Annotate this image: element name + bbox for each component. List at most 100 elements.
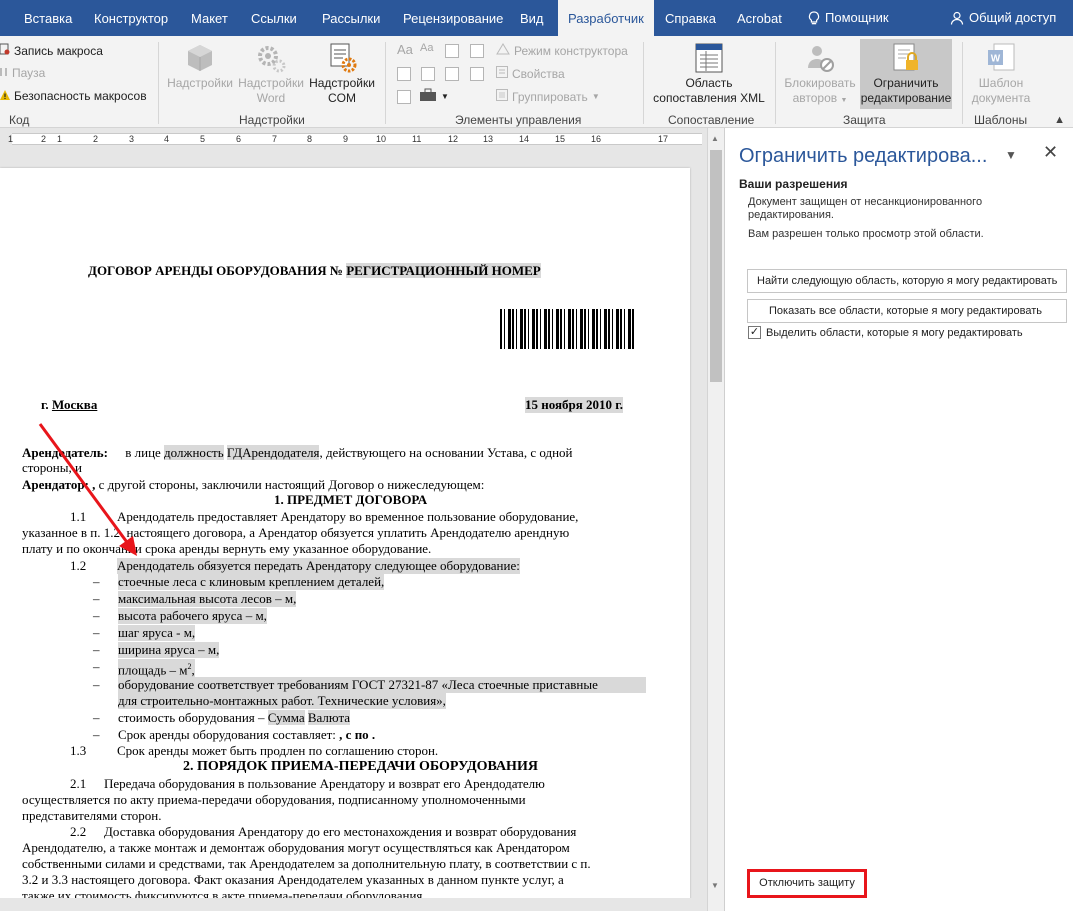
collapse-ribbon-icon[interactable]: ▲ (1054, 114, 1065, 126)
pause-macro-button[interactable]: Пауза (0, 66, 45, 80)
registration-number-field[interactable]: РЕГИСТРАЦИОННЫЙ НОМЕР (346, 263, 541, 278)
dropdown-control-button[interactable] (445, 67, 459, 81)
document-page[interactable]: ДОГОВОР АРЕНДЫ ОБОРУДОВАНИЯ № РЕГИСТРАЦИ… (0, 168, 690, 911)
equipment-item[interactable]: ширина яруса – м, (118, 642, 220, 658)
list-dash: – (93, 677, 100, 692)
tab-helper[interactable]: Помощник (808, 0, 889, 36)
stop-protection-button[interactable]: Отключить защиту (747, 869, 867, 898)
horizontal-scrollbar[interactable] (0, 898, 707, 911)
addins-button[interactable]: Надстройки (163, 42, 237, 91)
tab-layout[interactable]: Макет (191, 0, 228, 36)
highlight-editable-checkbox[interactable]: ✓ Выделить области, которые я могу редак… (748, 326, 1023, 339)
picture-control-button[interactable] (445, 44, 459, 58)
document-area[interactable]: ДОГОВОР АРЕНДЫ ОБОРУДОВАНИЯ № РЕГИСТРАЦИ… (0, 150, 707, 911)
design-mode-button[interactable]: Режим конструктора (496, 43, 628, 58)
protection-description: редактирования. (748, 209, 834, 221)
ribbon-separator (775, 42, 776, 124)
ruler-number: 12 (448, 134, 459, 144)
plaintext-control-button[interactable]: Aa (420, 42, 433, 54)
equipment-item-gost-1[interactable]: оборудование соответствует требованиям Г… (118, 677, 646, 693)
tab-review[interactable]: Рецензирование (403, 0, 503, 36)
scroll-down-icon[interactable]: ▼ (711, 881, 719, 890)
com-addins-button[interactable]: Надстройки COM (305, 42, 379, 106)
clause-number: 1.2 (70, 558, 87, 573)
macro-security-button[interactable]: Безопасность макросов (0, 89, 147, 103)
position-field[interactable]: должность (164, 445, 224, 460)
repeating-control-button[interactable] (397, 90, 411, 104)
lessor-text-3: стороны, и (22, 460, 82, 475)
ruler-number: 2 (93, 134, 99, 144)
tab-insert[interactable]: Вставка (24, 0, 72, 36)
vertical-scrollbar[interactable]: ▲ ▼ (707, 128, 724, 911)
contract-title-text: ДОГОВОР АРЕНДЫ ОБОРУДОВАНИЯ № (88, 263, 347, 278)
clause-1-2-text[interactable]: Арендодатель обязуется передать Арендато… (117, 558, 520, 574)
equipment-item-gost-2[interactable]: для строительно-монтажных работ. Техниче… (118, 693, 446, 709)
section-1-title: 1. ПРЕДМЕТ ДОГОВОРА (274, 492, 428, 507)
word-addins-button[interactable]: Надстройки Word (234, 42, 308, 106)
cube-icon (184, 42, 216, 74)
group-label-controls: Элементы управления (455, 113, 582, 127)
equipment-item[interactable]: максимальная высота лесов – м, (118, 591, 297, 607)
group-label: Группировать (512, 89, 588, 104)
ribbon-tab-bar: Вставка Конструктор Макет Ссылки Рассылк… (0, 0, 1073, 36)
tab-acrobat[interactable]: Acrobat (737, 0, 782, 36)
block-authors-button[interactable]: Блокировать авторов ▼ (780, 42, 860, 108)
equipment-item[interactable]: шаг яруса - м, (118, 625, 196, 641)
tab-constructor[interactable]: Конструктор (94, 0, 168, 36)
tab-helper-label: Помощник (825, 10, 889, 25)
com-addins-label-1: Надстройки (309, 76, 375, 90)
equipment-item-area[interactable]: площадь – м2, (118, 659, 195, 679)
equipment-item[interactable]: стоечные леса с клиновым креплением дета… (118, 574, 385, 590)
find-next-editable-button[interactable]: Найти следующую область, которую я могу … (747, 269, 1067, 293)
record-macro-button[interactable]: Запись макроса (0, 43, 103, 58)
ribbon-separator (385, 42, 386, 124)
show-all-editable-button[interactable]: Показать все области, которые я могу ред… (747, 299, 1067, 323)
scrollbar-thumb[interactable] (710, 150, 722, 382)
pane-options-chevron-icon[interactable]: ▼ (1005, 148, 1017, 162)
lessor-text-2: , действующего на основании Устава, с од… (319, 445, 573, 460)
combobox-control-button[interactable] (421, 67, 435, 81)
restrict-editing-label-2: редактирование (860, 91, 952, 105)
equipment-item[interactable]: высота рабочего яруса – м, (118, 608, 267, 624)
ruler-number: 10 (376, 134, 387, 144)
area-tail: , (191, 662, 195, 678)
record-macro-label: Запись макроса (14, 43, 103, 58)
tab-references[interactable]: Ссылки (251, 0, 297, 36)
xml-mapping-pane-button[interactable]: Область сопоставления XML (650, 42, 768, 106)
scroll-up-icon[interactable]: ▲ (711, 134, 719, 143)
ruler-number: 16 (591, 134, 602, 144)
word-addins-label-2: Word (256, 91, 286, 105)
currency-field[interactable]: Валюта (307, 710, 351, 725)
ruler-number: 1 (8, 134, 14, 144)
group-label-mapping: Сопоставление (668, 113, 755, 127)
ruler-number: 7 (272, 134, 278, 144)
close-icon[interactable]: ✕ (1043, 142, 1058, 163)
properties-button[interactable]: Свойства (496, 66, 565, 81)
tab-developer[interactable]: Разработчик (558, 0, 654, 36)
document-template-button[interactable]: W Шаблон документа (966, 42, 1036, 106)
group-icon (496, 89, 508, 104)
building-block-control-button[interactable] (470, 44, 484, 58)
checkbox-control-button[interactable] (397, 67, 411, 81)
chevron-down-icon: ▼ (441, 92, 449, 101)
tab-view[interactable]: Вид (520, 0, 544, 36)
tab-mailings[interactable]: Рассылки (322, 0, 380, 36)
tab-help[interactable]: Справка (665, 0, 716, 36)
richtext-control-button[interactable]: Aa (397, 42, 413, 57)
block-authors-label-2: авторов (792, 91, 838, 105)
director-field[interactable]: ГДАрендодателя (226, 445, 320, 460)
svg-text:W: W (991, 54, 1001, 65)
contract-date[interactable]: 15 ноября 2010 г. (525, 397, 623, 413)
horizontal-ruler[interactable]: 1 2 1 2 3 4 5 6 7 8 9 10 11 12 13 14 15 … (0, 128, 707, 150)
ruler-number: 2 (41, 134, 47, 144)
legacy-tools-button[interactable]: ▼ (419, 88, 449, 105)
list-dash: – (93, 608, 100, 623)
area-text: площадь – м (118, 662, 188, 678)
date-control-button[interactable] (470, 67, 484, 81)
group-label-templates: Шаблоны (974, 113, 1028, 127)
share-button[interactable]: Общий доступ (950, 0, 1056, 36)
restrict-editing-button[interactable]: Ограничить редактирование (860, 39, 952, 109)
group-button[interactable]: Группировать ▼ (496, 89, 600, 104)
ruler-number: 3 (129, 134, 135, 144)
sum-field[interactable]: Сумма (267, 710, 305, 725)
